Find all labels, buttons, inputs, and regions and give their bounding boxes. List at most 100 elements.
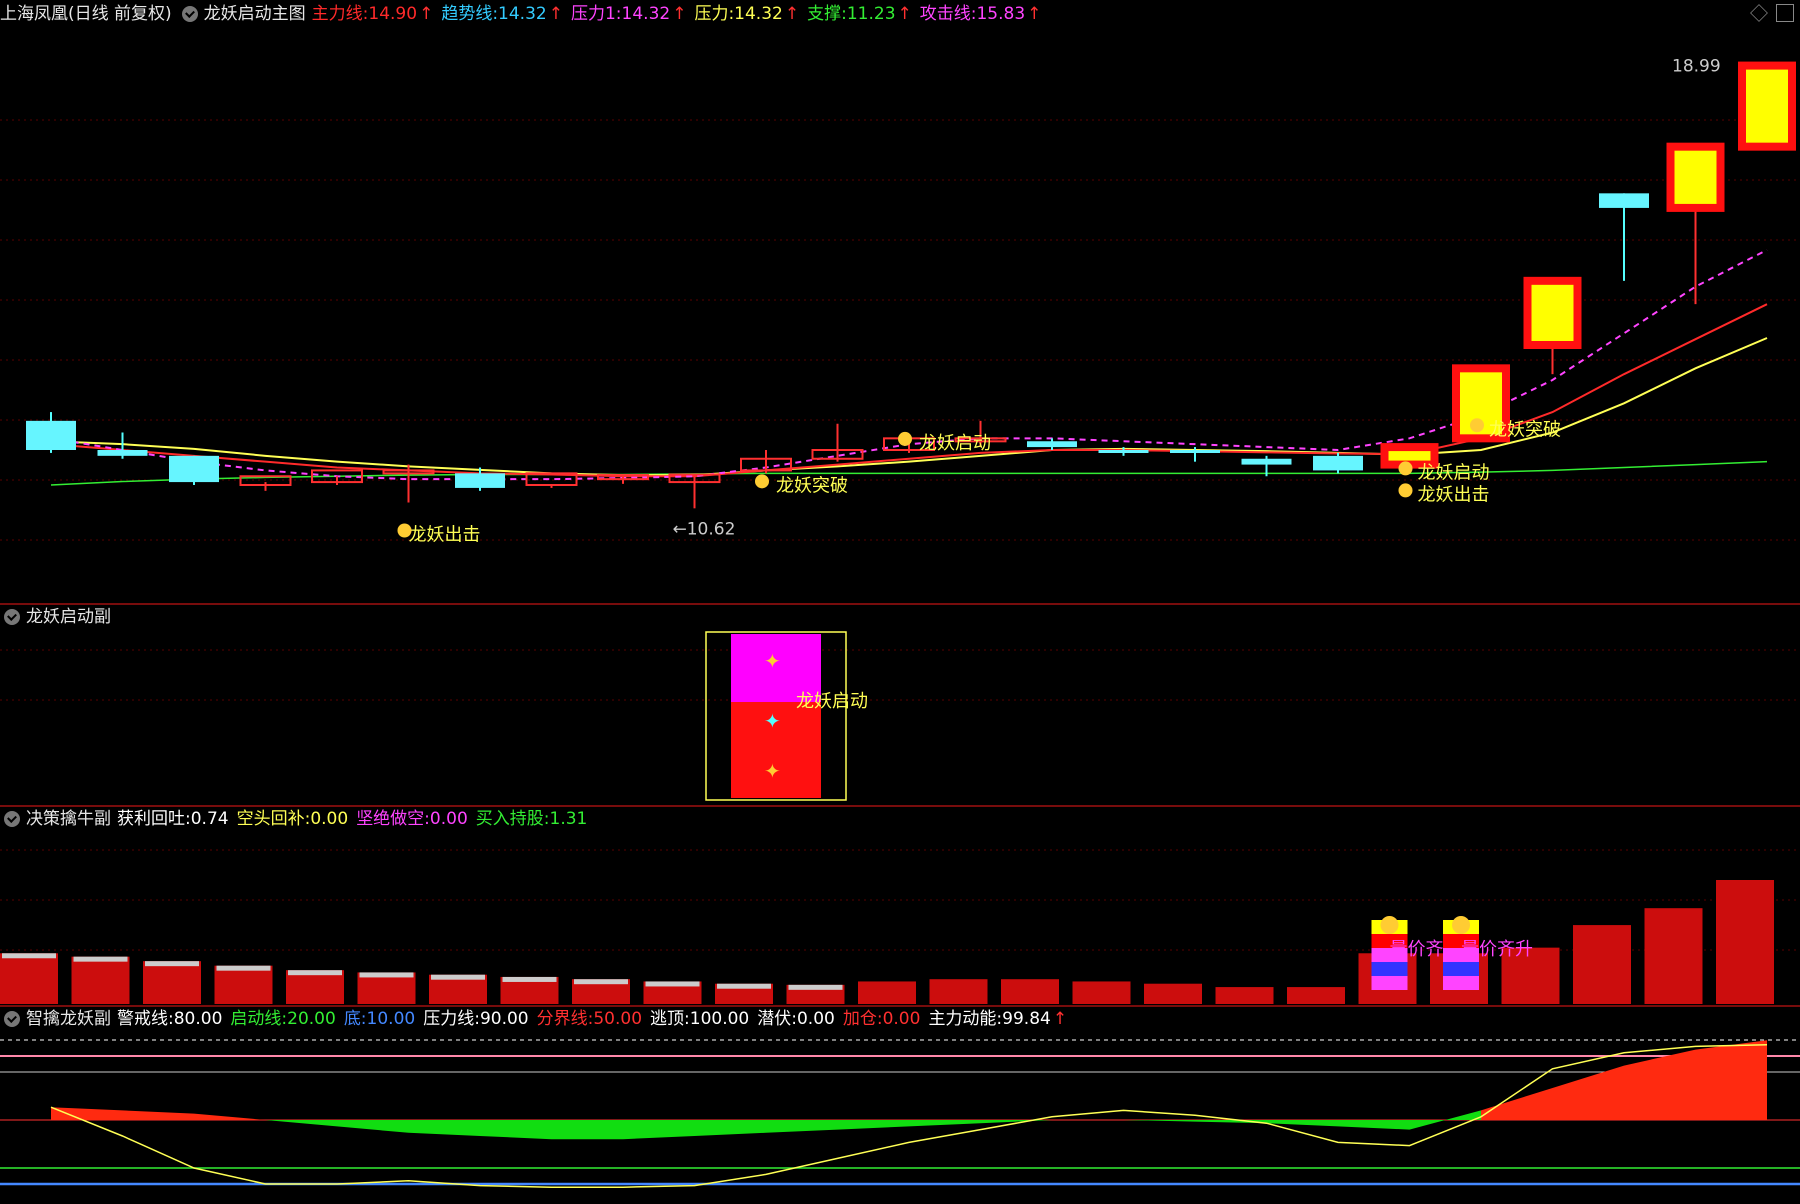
volume-bar bbox=[214, 965, 273, 1004]
legend-item: 逃顶:100.00 bbox=[650, 1009, 750, 1029]
volume-bar-cap bbox=[574, 979, 628, 985]
legend-item: 压力线:90.00 bbox=[423, 1009, 529, 1029]
volume-bar-cap bbox=[431, 974, 485, 980]
momentum-area bbox=[1695, 1040, 1767, 1120]
momentum-area bbox=[694, 1120, 766, 1136]
momentum-area bbox=[122, 1110, 194, 1120]
money-bag-icon bbox=[755, 474, 769, 489]
candle-body bbox=[1313, 455, 1363, 471]
volume-bar-cap bbox=[645, 981, 700, 987]
window-controls bbox=[1750, 4, 1794, 22]
momentum-area bbox=[1552, 1065, 1624, 1120]
panel4-legend: 警戒线:80.00 启动线:20.00 底:10.00 压力线:90.00 分界线:50… bbox=[117, 1006, 1075, 1032]
legend-item: 买入持股:1.31 bbox=[475, 809, 588, 829]
money-bag-icon bbox=[1452, 916, 1470, 934]
volume-bar bbox=[1573, 925, 1631, 1004]
legend-item: 警戒线:80.00 bbox=[117, 1009, 223, 1029]
money-bag-icon bbox=[1398, 461, 1413, 476]
candle-body bbox=[169, 455, 219, 483]
volume-bar bbox=[1215, 987, 1274, 1004]
volume-bar bbox=[858, 981, 916, 1004]
momentum-area bbox=[265, 1120, 337, 1127]
candle-body bbox=[97, 450, 148, 456]
signal-label: 龙妖突破 bbox=[776, 475, 848, 496]
up-arrow-icon: ↑ bbox=[672, 4, 687, 24]
signal-stack-block bbox=[1371, 976, 1408, 990]
momentum-area bbox=[1123, 1120, 1195, 1122]
legend-item: 攻击线:15.83 bbox=[919, 4, 1026, 24]
volume-bar-cap bbox=[502, 976, 557, 982]
legend-item: 支撑:11.23 bbox=[807, 4, 896, 24]
legend-item: 启动线:20.00 bbox=[230, 1009, 336, 1029]
candle-body bbox=[1599, 193, 1649, 208]
volume-bar-cap bbox=[359, 972, 414, 978]
main-panel-header: 上海凤凰(日线 前复权) 龙妖启动主图 主力线:14.90 ↑ 趋势线:14.32 ↑… bbox=[0, 1, 1055, 27]
volume-bar bbox=[1001, 979, 1059, 1004]
panel2-title[interactable]: 龙妖启动副 bbox=[26, 604, 111, 630]
signal-label: 龙妖出击 bbox=[409, 525, 481, 546]
signal-label: 龙妖突破 bbox=[1489, 419, 1561, 440]
panel3-toggle-icon[interactable] bbox=[4, 811, 20, 827]
volume-bar bbox=[929, 979, 988, 1004]
candle-body bbox=[1170, 450, 1220, 453]
volume-bar bbox=[71, 956, 130, 1004]
momentum-area bbox=[909, 1120, 981, 1127]
diamond-icon[interactable] bbox=[1750, 4, 1768, 22]
legend-item: 主力线:14.90 bbox=[311, 4, 418, 24]
money-bag-icon bbox=[898, 431, 912, 446]
panel4-header: 智擒龙妖副 警戒线:80.00 启动线:20.00 底:10.00 压力线:90.00… bbox=[0, 1006, 1081, 1032]
legend-item: 获利回吐:0.74 bbox=[117, 809, 229, 829]
volume-bar-cap bbox=[73, 956, 128, 962]
momentum-area bbox=[408, 1120, 480, 1136]
money-bag-icon bbox=[1398, 483, 1413, 498]
indicator-toggle-icon[interactable] bbox=[181, 6, 198, 22]
volume-bar-cap bbox=[2, 953, 56, 959]
panel4-title[interactable]: 智擒龙妖副 bbox=[26, 1006, 111, 1032]
candle-body bbox=[1241, 458, 1292, 465]
legend-item: 坚绝做空:0.00 bbox=[356, 809, 468, 829]
legend-item: 底:10.00 bbox=[343, 1009, 416, 1029]
stock-name[interactable]: 上海凤凰(日线 前复权) bbox=[0, 1, 172, 27]
panel3-title[interactable]: 决策擒牛副 bbox=[26, 806, 111, 832]
panel3-legend: 获利回吐:0.74 空头回补:0.00 坚绝做空:0.00 买入持股:1.31 bbox=[117, 806, 595, 832]
high-price-label: 18.99 bbox=[1672, 57, 1721, 77]
up-arrow-icon: ↑ bbox=[784, 4, 800, 24]
momentum-area bbox=[623, 1120, 695, 1140]
panel4-toggle-icon[interactable] bbox=[4, 1011, 20, 1027]
butterfly-icon: ✦ bbox=[764, 709, 781, 733]
signal-stack-block bbox=[1443, 976, 1479, 990]
legend-item: 空头回补:0.00 bbox=[236, 809, 349, 829]
indicator-name[interactable]: 龙妖启动主图 bbox=[204, 1, 306, 27]
legend-item: 潜伏:0.00 bbox=[757, 1009, 835, 1029]
candle-body bbox=[1666, 142, 1725, 212]
money-bag-icon bbox=[397, 523, 412, 538]
panel3-header: 决策擒牛副 获利回吐:0.74 空头回补:0.00 坚绝做空:0.00 买入持股:1.… bbox=[0, 806, 601, 832]
volume-bar-cap bbox=[288, 970, 342, 976]
candle-body bbox=[1738, 61, 1796, 151]
butterfly-icon: ✦ bbox=[764, 759, 781, 783]
momentum-area bbox=[51, 1107, 123, 1120]
volume-bar bbox=[143, 961, 201, 1004]
volume-bar-cap bbox=[216, 965, 271, 971]
legend-item: 趋势线:14.32 bbox=[441, 4, 547, 24]
volume-bar-cap bbox=[145, 961, 199, 967]
up-arrow-icon: ↑ bbox=[897, 4, 912, 24]
volume-bar bbox=[1144, 983, 1202, 1004]
momentum-area bbox=[194, 1113, 266, 1120]
candle-body bbox=[1027, 441, 1077, 448]
volume-bar bbox=[0, 953, 58, 1004]
legend-item: 压力1:14.32 bbox=[570, 4, 671, 24]
momentum-area bbox=[1338, 1120, 1410, 1130]
panel2-toggle-icon[interactable] bbox=[4, 609, 20, 625]
momentum-area bbox=[480, 1120, 552, 1140]
signal-stack-block bbox=[1371, 962, 1408, 976]
legend-item: 加仓:0.00 bbox=[842, 1009, 921, 1029]
legend-item: 主力动能:99.84 bbox=[928, 1009, 1051, 1029]
butterfly-icon: ✦ bbox=[764, 649, 781, 673]
signal-label: 龙妖启动 bbox=[1418, 462, 1490, 483]
up-arrow-icon: ↑ bbox=[548, 4, 563, 24]
low-price-label: ←10.62 bbox=[673, 519, 736, 539]
maximize-icon[interactable] bbox=[1776, 4, 1794, 22]
main-legend: 主力线:14.90 ↑ 趋势线:14.32 ↑ 压力1:14.32 ↑ 压力:14.32 ↑ 支… bbox=[312, 1, 1050, 27]
candle-body bbox=[1098, 450, 1149, 453]
